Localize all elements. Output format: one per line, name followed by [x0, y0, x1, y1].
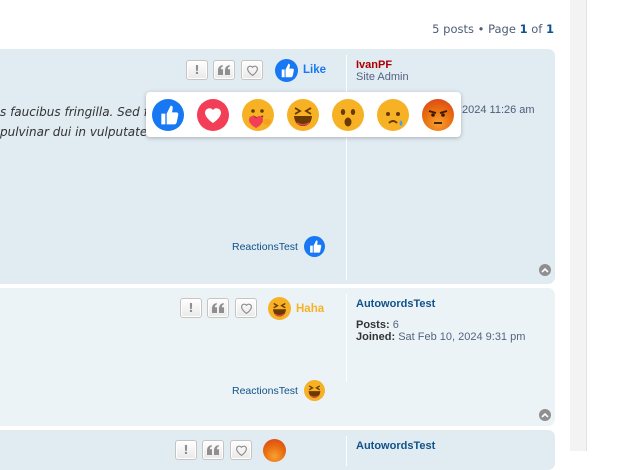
- report-button[interactable]: !: [175, 440, 197, 460]
- chevron-up-icon: [541, 267, 549, 273]
- post-3: ! AutowordsTest: [0, 430, 555, 470]
- haha-icon[interactable]: [268, 297, 291, 320]
- haha-icon[interactable]: [287, 99, 319, 131]
- quote-icon: [218, 65, 230, 75]
- heart-outline-icon: [246, 65, 258, 76]
- quote-icon: [207, 445, 219, 455]
- quote-button[interactable]: [213, 60, 235, 80]
- reaction-user[interactable]: ReactionsTest: [232, 241, 298, 253]
- reaction-user[interactable]: ReactionsTest: [232, 385, 298, 397]
- reactions-list[interactable]: ReactionsTest: [232, 385, 298, 397]
- current-page[interactable]: 1: [520, 22, 528, 36]
- heart-outline-icon: [240, 303, 252, 314]
- chevron-up-icon: [541, 412, 549, 418]
- reaction-label[interactable]: Like: [303, 64, 326, 76]
- of-text: of: [527, 22, 546, 36]
- reaction-label[interactable]: Haha: [296, 303, 324, 315]
- back-to-top-button[interactable]: [539, 264, 551, 276]
- posts-count-line: Posts: 6: [356, 319, 399, 331]
- postprofile-divider: [346, 294, 347, 382]
- page-margin: [586, 0, 640, 451]
- react-button[interactable]: [241, 60, 263, 80]
- post-timestamp: 2024 11:26 am: [462, 104, 535, 116]
- postprofile-divider: [346, 55, 347, 280]
- post-1: ! Like IvanPF Site Admin 2024 11:26 am s…: [0, 49, 555, 284]
- postprofile-divider: [346, 436, 347, 466]
- heart-outline-icon: [235, 445, 247, 456]
- react-button[interactable]: [235, 298, 257, 318]
- user-rank: Site Admin: [356, 71, 409, 83]
- reaction-picker: [146, 92, 461, 137]
- love-icon[interactable]: [197, 99, 229, 131]
- react-button[interactable]: [230, 440, 252, 460]
- sad-icon[interactable]: [377, 99, 409, 131]
- author-link[interactable]: AutowordsTest: [356, 298, 435, 310]
- like-icon[interactable]: [304, 236, 325, 257]
- like-icon[interactable]: [275, 59, 298, 82]
- author-link[interactable]: IvanPF: [356, 59, 392, 71]
- back-to-top-button[interactable]: [539, 409, 551, 421]
- quote-button[interactable]: [207, 298, 229, 318]
- wow-icon[interactable]: [332, 99, 364, 131]
- angry-icon[interactable]: [422, 99, 454, 131]
- pagination: 5 posts • Page 1 of 1: [432, 22, 554, 36]
- post-2: ! Haha AutowordsTest Posts: 6 Joined: Sa…: [0, 288, 555, 426]
- posts-count: 5 posts • Page: [432, 22, 520, 36]
- care-icon[interactable]: [242, 99, 274, 131]
- report-button[interactable]: !: [180, 298, 202, 318]
- joined-line: Joined: Sat Feb 10, 2024 9:31 pm: [356, 331, 526, 343]
- like-icon[interactable]: [152, 99, 184, 131]
- scrollbar-track[interactable]: [570, 0, 586, 451]
- post-text-line: s faucibus fringilla. Sed fe: [0, 105, 156, 119]
- post-text-line: pulvinar dui in vulputate: [0, 125, 148, 139]
- reactions-list[interactable]: ReactionsTest: [232, 241, 298, 253]
- report-button[interactable]: !: [186, 60, 208, 80]
- haha-icon[interactable]: [304, 380, 325, 401]
- total-pages: 1: [545, 22, 554, 36]
- author-link[interactable]: AutowordsTest: [356, 440, 435, 452]
- quote-icon: [212, 303, 224, 313]
- quote-button[interactable]: [202, 440, 224, 460]
